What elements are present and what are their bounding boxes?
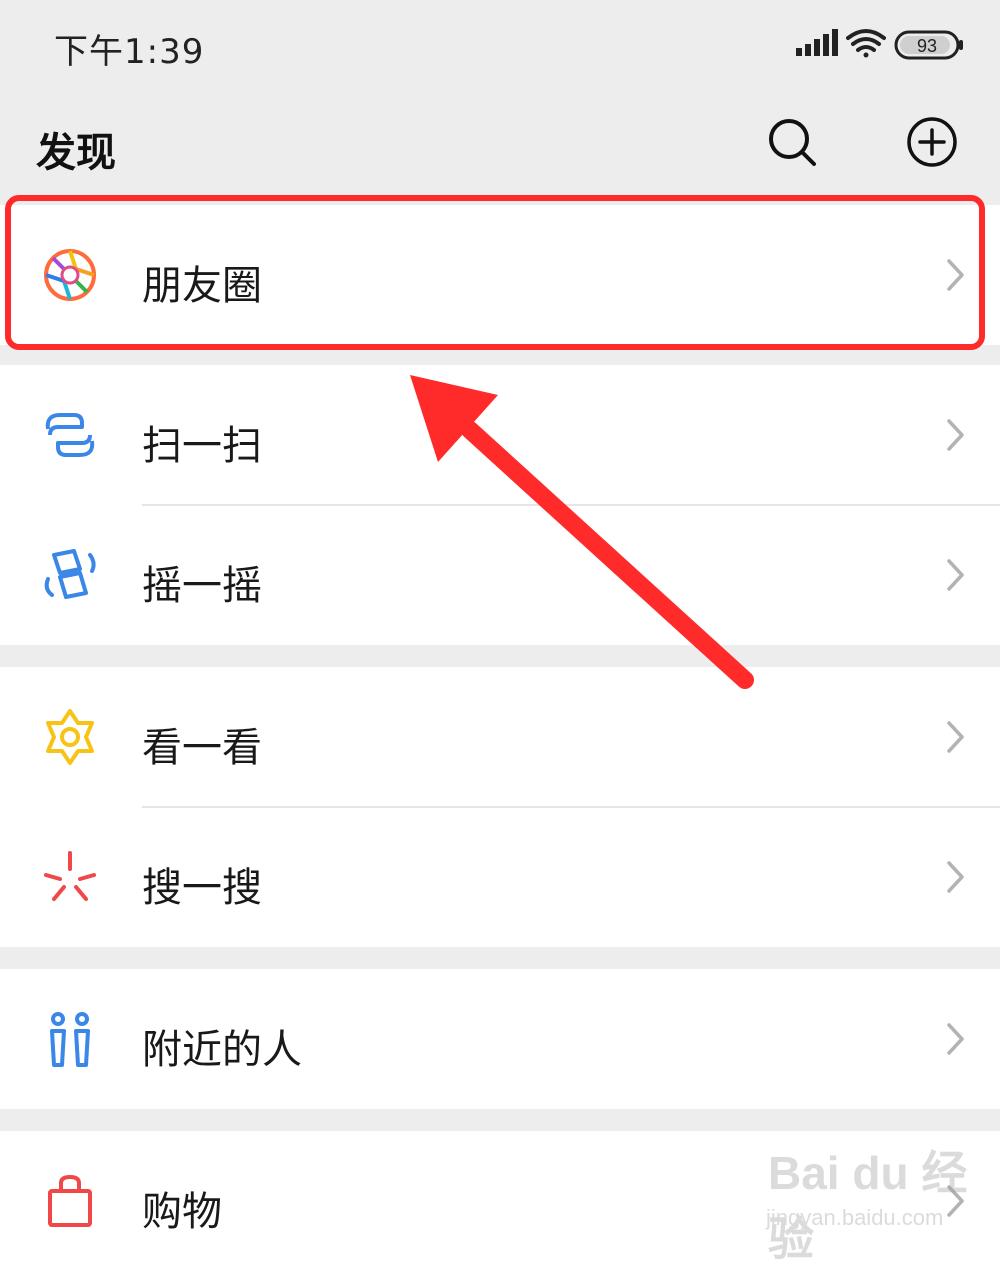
shopping-bag-icon: [48, 1174, 92, 1227]
menu-item-top-stories[interactable]: 看一看: [0, 667, 1000, 807]
menu-item-label: 看一看: [142, 725, 262, 771]
watermark-logo: Bai du 经验 jingyan.baidu.com: [760, 1135, 980, 1265]
battery-icon: 93: [894, 30, 963, 60]
menu-item-moments[interactable]: 朋友圈: [0, 205, 1000, 345]
menu-group-scan-shake: 扫一扫 摇一摇: [0, 365, 1000, 645]
status-time: 下午1:39: [54, 32, 205, 72]
menu-item-label: 扫一扫: [142, 423, 262, 469]
chevron-right-icon: [947, 1023, 964, 1055]
chevron-right-icon: [947, 419, 964, 451]
search-button[interactable]: [762, 112, 822, 172]
menu-item-label: 购物: [142, 1189, 222, 1235]
chevron-right-icon: [947, 259, 964, 291]
menu-group-stories-search: 看一看 搜一搜: [0, 667, 1000, 947]
scan-icon: [45, 413, 95, 457]
menu-item-label: 朋友圈: [142, 263, 262, 309]
menu-group-nearby: 附近的人: [0, 969, 1000, 1109]
menu-item-people-nearby[interactable]: 附近的人: [0, 969, 1000, 1109]
menu-group-moments: 朋友圈: [0, 205, 1000, 345]
menu-item-search[interactable]: 搜一搜: [0, 807, 1000, 947]
shake-icon: [44, 549, 96, 599]
plus-circle-icon: [907, 117, 957, 167]
menu-item-label: 附近的人: [142, 1027, 302, 1073]
chevron-right-icon: [947, 861, 964, 893]
menu-item-label: 搜一搜: [142, 865, 262, 911]
top-stories-icon: [46, 709, 94, 765]
watermark-main: Bai du 经验: [768, 1147, 968, 1265]
search-feature-icon: [44, 851, 96, 901]
search-icon: [769, 119, 816, 166]
people-nearby-icon: [50, 1012, 90, 1067]
app-header: 发现: [0, 90, 1000, 190]
chevron-right-icon: [947, 559, 964, 591]
status-icons: 93: [796, 29, 963, 60]
add-button[interactable]: [902, 112, 962, 172]
menu-item-shake[interactable]: 摇一摇: [0, 505, 1000, 645]
wifi-icon: [846, 29, 886, 58]
status-bar: 下午1:39 93: [0, 0, 1000, 90]
signal-icon: [796, 29, 838, 56]
battery-level: 93: [917, 36, 937, 56]
page-title: 发现: [36, 130, 116, 176]
watermark-sub: jingyan.baidu.com: [766, 1205, 944, 1230]
menu-item-label: 摇一摇: [142, 563, 262, 609]
moments-icon: [44, 249, 96, 301]
menu-item-scan[interactable]: 扫一扫: [0, 365, 1000, 505]
chevron-right-icon: [947, 721, 964, 753]
